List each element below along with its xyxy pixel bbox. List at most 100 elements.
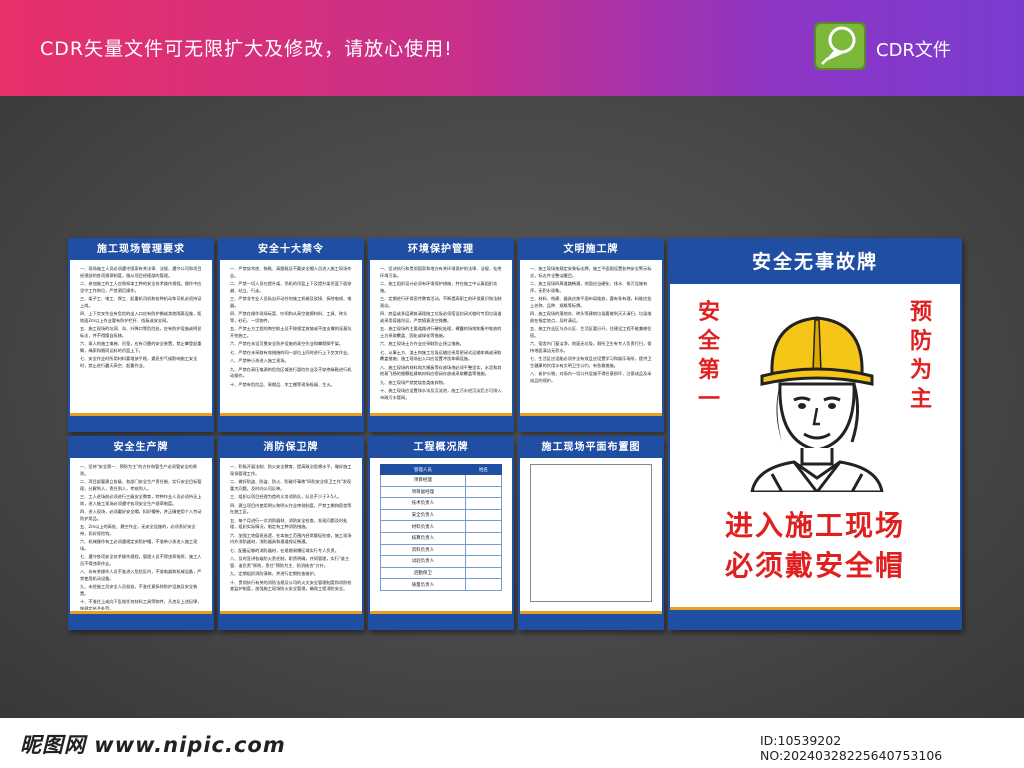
table-header-row: 管理人员 姓名 <box>380 464 502 475</box>
board-site-layout-plan: 施工现场平面布置图 <box>518 436 664 630</box>
table-header: 管理人员 <box>380 464 466 475</box>
board-footer-stripe <box>520 611 662 628</box>
board-title: 施工现场管理要求 <box>70 240 212 260</box>
table-cell-empty <box>464 555 502 568</box>
board-paragraph: 七、从事土方、渣土和施工垃圾运输应采用密闭式运输车辆或采取覆盖措施；施工现场出入… <box>380 349 502 362</box>
board-paragraph: 三、架子工、电工、焊工、起重机司机和各种机动车司机必须持证上岗。 <box>80 296 202 308</box>
table-cell-empty <box>464 485 502 499</box>
slogan-char: 第 <box>697 358 720 383</box>
big-board-title: 安全无事故牌 <box>670 240 960 284</box>
coreldraw-logo-icon <box>814 22 866 70</box>
board-title: 安全生产牌 <box>70 438 212 458</box>
board-title: 安全十大禁令 <box>220 240 362 260</box>
board-title: 工程概况牌 <box>370 438 512 458</box>
board-paragraph: 七、配备足够的消防器材，在易燃易爆区域实行专人负责。 <box>230 547 339 553</box>
board-paragraph: 三、定期进行环保宣传教育活动，不断提高职工的环保意识和法制观念。 <box>380 296 502 308</box>
board-paragraph: 六、加强工地值班巡逻，在本施工范围内经常督促检查，施工现场内外消防器材，消防器具… <box>230 532 352 545</box>
slogan-char: 预 <box>909 300 932 325</box>
board-paragraph: 四、上下交叉作业有危险的出入口应有防护棚或其他隔离设施，距地面2m以上作业要有防… <box>80 311 202 323</box>
table-cell-empty <box>464 520 502 533</box>
board-title: 施工现场平面布置图 <box>520 438 662 458</box>
board-text: 一、坚决执行和贯彻国家和地方有关环境保护的法律、法规，杜绝环境污染。 二、施工组… <box>380 266 502 412</box>
table-cell: 安全负责人 <box>380 508 466 522</box>
table-cell: 材料负责人 <box>380 520 466 533</box>
project-table: 管理人员 姓名 项目经理 项目副经理 技术负责人 安全负责人 材料负责人 核算负… <box>380 464 502 591</box>
board-paragraph: 五、2m以上的高处、悬空作业，无安全设施的，必须系好安全带，扣好保险钩。 <box>80 524 196 536</box>
board-paragraph: 八、紧护公物，对场内一切公共设施不得任意损坏，注意成品及半成品的保护。 <box>530 371 652 383</box>
board-paragraph: 五、施工现场的坑洞、沟、升降口等危险处，应有防护设施或明显标志，并不得擅自拆移。 <box>80 326 202 338</box>
board-paragraph: 一、坚决执行和贯彻国家和地方有关环境保护的法律、法规，杜绝环境污染。 <box>380 266 502 278</box>
table-row: 技术负责人 <box>380 497 502 510</box>
board-paragraph: 四、施工现场的落地灰、砖头等建筑垃圾要做到天天清扫，垃圾堆放在指定地点，及时清运… <box>530 311 652 323</box>
slogan-char: 为 <box>909 358 932 383</box>
board-paragraph: 七、严禁在未采取有效措施的同一部位上同时进行上下交叉作业。 <box>230 349 352 355</box>
board-footer-stripe <box>70 611 212 628</box>
slogan-char: 主 <box>909 387 932 412</box>
right-vertical-slogan: 预防为主 <box>906 298 936 414</box>
table-cell: 项目副经理 <box>380 485 466 499</box>
table-row: 资料负责人 <box>380 543 502 557</box>
board-text: 一、坚持"安全第一、预防为主"的方针和管生产必须管安全的原则。 二、项目部要建立… <box>80 464 202 610</box>
board-paragraph: 六、严禁在未设可靠安全防护设施的高空作业和攀爬脚手架。 <box>230 341 344 346</box>
board-paragraph: 九、定期组织消防演练，并进行定期检查维护。 <box>230 571 318 576</box>
board-paragraph: 三、工人进场前必须进行三级安全教育，特种作业人员必须持证上岗，进入施工现场必须遵… <box>80 494 202 506</box>
board-paragraph: 八、及时宣讲各级防火责任制，职责明确，共同管理，实行"谁主管、谁负责"原则，责任… <box>230 556 350 568</box>
table-row: 安全负责人 <box>380 508 502 522</box>
project-table-wrap: 管理人员 姓名 项目经理 项目副经理 技术负责人 安全负责人 材料负责人 核算负… <box>380 464 502 602</box>
board-paragraph: 四、底层或多层建筑清理施工垃圾必须搭设封闭式临时专用垃圾道或采用容器吊运，严禁随… <box>380 311 502 323</box>
slogan-char: 一 <box>697 387 720 412</box>
board-paragraph: 四、建立项目内使用明火和明火作业审批制度，严禁工棚和宿舍等在施工区。 <box>230 502 352 515</box>
board-paragraph: 九、严禁在高压电源的危险区域进行冒险作业及不穿绝缘鞋进行机动操作。 <box>230 366 352 379</box>
board-paragraph: 八、施工现场的材料和大模板等存放场地必须平整坚实，水泥和其他易飞扬的细颗粒建筑材… <box>380 364 502 377</box>
table-cell-empty <box>464 508 502 522</box>
board-paragraph: 一、施工现场按规定安装标志牌，施工平面图设置各种安全警示标志，标志齐全整洁醒目。 <box>530 266 652 278</box>
board-footer-stripe <box>70 413 212 430</box>
board-paragraph: 十、不准往上或向下乱抛任何材料工具等物件，凡违反上述纪律，按规定给予处罚。 <box>80 599 202 610</box>
slogan-char: 安 <box>697 300 720 325</box>
board-paragraph: 十、施工现场应设置排水沟及沉淀池，施工污水经沉淀后方可排入市政污水管网。 <box>380 388 502 400</box>
table-cell-empty <box>464 566 502 580</box>
board-footer-stripe <box>370 413 512 430</box>
board-no-accident: 安全无事故牌 安全第一 预防为主 进入施工现场 必须戴安全帽 <box>668 238 962 630</box>
board-environment: 环境保护管理 一、坚决执行和贯彻国家和地方有关环境保护的法律、法规，杜绝环境污染… <box>368 238 514 432</box>
board-paragraph: 三、组织以项目经理为首的义务消防队，队员不少于3-5人。 <box>230 494 342 499</box>
left-vertical-slogan: 安全第一 <box>694 298 724 414</box>
board-paragraph: 四、严禁在操作现场玩耍、吵闹和从高空抛掷材料、工具、砖头等，砂石、一切物件。 <box>230 311 348 323</box>
board-text: 一、积极开展法制、防火安全教育，提高政治思想水平，做好施工现场管理工作。 二、做… <box>230 464 352 610</box>
board-paragraph: 九、施工现场严禁焚烧各类废弃物。 <box>380 379 448 385</box>
board-paragraph: 二、施工组织设计必须有环境保护措施，并在施工中认真组织实施。 <box>380 281 498 293</box>
board-fire-security: 消防保卫牌 一、积极开展法制、防火安全教育，提高政治思想水平，做好施工现场管理工… <box>218 436 364 630</box>
board-paragraph: 二、项目部要建立各级、各部门安全生产责任制，实行安全目标管理，分解到人，责任到人… <box>80 479 202 491</box>
table-cell: 后勤保卫 <box>380 566 466 580</box>
board-project-overview: 工程概况牌 管理人员 姓名 项目经理 项目副经理 技术负责人 安全负责人 材料负… <box>368 436 514 630</box>
table-cell: 资料负责人 <box>380 543 466 557</box>
board-text: 一、严禁穿木底、拖鞋、高跟鞋及不戴安全帽人员进入施工现场作业。 二、严禁一切人员… <box>230 266 352 412</box>
slogan-line-2: 必须戴安全帽 <box>724 549 905 582</box>
board-paragraph: 五、每个月进行一次消防器材、消防安全检查，发现问题及时处理，组织实际情况，制定有… <box>230 517 348 530</box>
board-footer-stripe <box>370 611 512 628</box>
board-paragraph: 五、施工现场的主要道路进行硬化处理，裸露的场地和集中堆放的土方采取覆盖、固化或绿… <box>380 326 502 338</box>
board-text: 一、现场施工人员必须遵守国家有关法律、法规，遵守公司和项目经理部的各项规章制度，… <box>80 266 202 412</box>
top-banner: CDR矢量文件可无限扩大及修改，请放心使用! CDR文件 <box>0 0 1024 96</box>
board-title: 环境保护管理 <box>370 240 512 260</box>
board-paragraph: 六、乘人的施工电梯、吊笼，应有可靠的安全装置，禁止攀登起重臂，绳索和随同运料的吊… <box>80 341 202 353</box>
board-paragraph: 九、未经施工员安全人员批准，不准任意拆除防护设施及安全装置。 <box>80 584 198 596</box>
table-row: 材料负责人 <box>380 520 502 533</box>
board-paragraph: 三、材料、构建、器具应按平面布局堆放，要有条有理，料堆应挂上名称、品种、规格等标… <box>530 296 652 308</box>
board-text: 一、施工现场按规定安装标志牌，施工平面图设置各种安全警示标志，标志齐全整洁醒目。… <box>530 266 652 412</box>
slogan-line-1: 进入施工现场 <box>724 509 905 542</box>
board-civilized-construction: 文明施工牌 一、施工现场按规定安装标志牌，施工平面图设置各种安全警示标志，标志齐… <box>518 238 664 432</box>
table-header: 姓名 <box>464 464 502 475</box>
board-paragraph: 六、宿舍内门窗洁净，地面无垃圾，厕所卫生有专人负责打扫，保持地面清洁无积水。 <box>530 341 652 353</box>
table-cell-empty <box>464 578 502 591</box>
big-board-footer-stripe <box>670 607 960 628</box>
board-paragraph: 二、做好防盗、防盗、防火、防破坏事故"四防安全保卫工作"发现重大问题，及时向公司… <box>230 479 352 491</box>
board-paragraph: 十、严禁有危险品、易燃品、木工棚等现场吸烟、生火。 <box>230 381 335 387</box>
board-paragraph: 二、严禁一切人员在提升架、吊机的吊篮上下及提升架吊篮下面穿越、站立、行走。 <box>230 281 352 293</box>
board-safety-production: 安全生产牌 一、坚持"安全第一、预防为主"的方针和管生产必须管安全的原则。 二、… <box>68 436 214 630</box>
table-cell-empty <box>464 474 502 487</box>
board-footer-stripe <box>520 413 662 430</box>
table-cell: 技术负责人 <box>380 497 466 510</box>
board-title: 消防保卫牌 <box>220 438 362 458</box>
table-row: 项目经理 <box>380 474 502 487</box>
